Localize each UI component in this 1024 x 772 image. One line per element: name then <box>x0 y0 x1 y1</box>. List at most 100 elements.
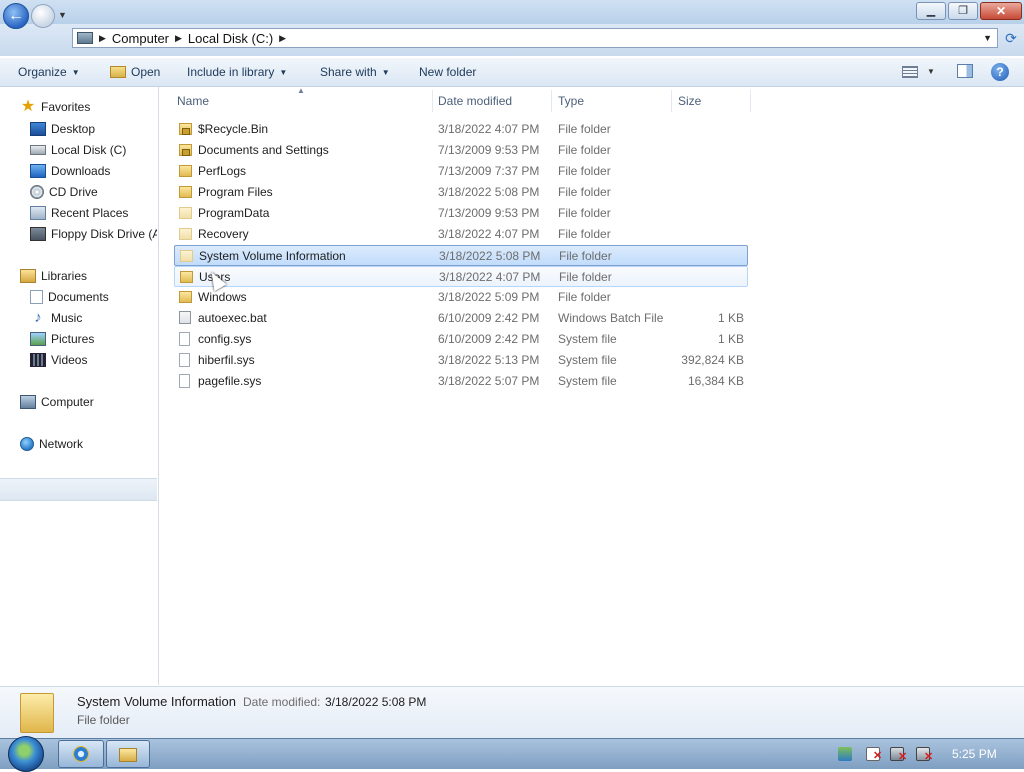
sidebar-favorites[interactable]: ★ Favorites <box>20 98 91 116</box>
file-date: 3/18/2022 4:07 PM <box>438 122 540 136</box>
breadcrumb: ▶ Computer ▶ Local Disk (C:) ▶ <box>73 29 286 47</box>
list-item[interactable]: pagefile.sys 3/18/2022 5:07 PM System file… <box>174 371 748 392</box>
sidebar-item-label: Music <box>51 311 83 325</box>
taskbar-internet-explorer[interactable] <box>58 740 104 768</box>
new-folder-label: New folder <box>419 65 477 79</box>
view-options-dropdown[interactable]: ▼ <box>927 67 935 76</box>
list-item[interactable]: config.sys 6/10/2009 2:42 PM System file 1 … <box>174 329 748 350</box>
organize-button[interactable]: Organize ▼ <box>18 65 80 79</box>
minimize-button[interactable]: ▁ <box>916 2 946 20</box>
maximize-button[interactable]: ❐ <box>948 2 978 20</box>
column-divider[interactable] <box>671 90 672 112</box>
list-item[interactable]: autoexec.bat 6/10/2009 2:42 PM Windows Bat… <box>174 308 748 329</box>
file-size: 1 KB <box>717 311 744 325</box>
column-header-date-modified[interactable]: Date modified <box>438 94 512 108</box>
taskbar-clock[interactable]: 5:25 PM <box>952 747 997 761</box>
hidden-folder-icon <box>180 250 193 262</box>
sidebar-item-videos[interactable]: Videos <box>30 351 87 369</box>
hidden-folder-icon <box>179 228 192 240</box>
sidebar-favorites-label: Favorites <box>41 100 91 114</box>
share-with-button[interactable]: Share with ▼ <box>320 65 390 79</box>
sidebar-item-local-disk[interactable]: Local Disk (C) <box>30 141 126 159</box>
address-bar[interactable]: ▶ Computer ▶ Local Disk (C:) ▶ ▼ <box>72 28 998 48</box>
file-date: 3/18/2022 5:08 PM <box>438 185 540 199</box>
list-item[interactable]: Documents and Settings 7/13/2009 9:53 PM F… <box>174 140 748 161</box>
sidebar-computer[interactable]: Computer <box>20 393 94 411</box>
chevron-down-icon: ▼ <box>71 68 80 77</box>
file-type: System file <box>558 332 617 346</box>
sidebar-item-recent-places[interactable]: Recent Places <box>30 204 128 222</box>
list-item-selected[interactable]: System Volume Information 3/18/2022 5:08 … <box>174 245 748 266</box>
back-arrow-icon: ← <box>8 7 24 24</box>
file-type: File folder <box>558 227 611 241</box>
details-item-name: System Volume Information <box>77 694 236 709</box>
refresh-button[interactable]: ⟳ <box>1002 30 1020 48</box>
sidebar-item-cd-drive[interactable]: CD Drive <box>30 183 98 201</box>
sidebar-item-label: Pictures <box>51 332 95 346</box>
change-view-icon[interactable] <box>902 66 918 78</box>
sidebar-item-desktop[interactable]: Desktop <box>30 120 95 138</box>
list-item-hovered[interactable]: Users 3/18/2022 4:07 PM File folder <box>174 266 748 287</box>
preview-pane-icon[interactable] <box>957 64 973 78</box>
include-in-library-button[interactable]: Include in library ▼ <box>187 65 287 79</box>
list-item[interactable]: ProgramData 7/13/2009 9:53 PM File folder <box>174 203 748 224</box>
sidebar-item-pictures[interactable]: Pictures <box>30 330 94 348</box>
breadcrumb-separator[interactable]: ▶ <box>175 33 182 44</box>
close-button[interactable]: ✕ <box>980 2 1022 20</box>
open-button[interactable]: Open <box>110 65 160 79</box>
file-date: 7/13/2009 7:37 PM <box>438 164 540 178</box>
start-button[interactable] <box>8 736 44 772</box>
file-date: 7/13/2009 9:53 PM <box>438 143 540 157</box>
breadcrumb-local-disk[interactable]: Local Disk (C:) <box>188 31 273 46</box>
sidebar-item-label: Documents <box>48 290 109 304</box>
sidebar-item-label: Videos <box>51 353 88 367</box>
file-name: config.sys <box>198 332 252 346</box>
list-item[interactable]: Program Files 3/18/2022 5:08 PM File folde… <box>174 182 748 203</box>
sidebar-item-floppy[interactable]: Floppy Disk Drive (A <box>30 225 157 243</box>
recent-pages-dropdown[interactable]: ▼ <box>58 10 67 20</box>
list-item[interactable]: Recovery 3/18/2022 4:07 PM File folder <box>174 224 748 245</box>
address-history-dropdown[interactable]: ▼ <box>983 33 992 43</box>
sidebar-item-label: CD Drive <box>49 185 98 199</box>
column-divider[interactable] <box>750 90 751 112</box>
file-size: 1 KB <box>717 332 744 346</box>
close-icon: ✕ <box>995 4 1007 18</box>
sidebar-libraries[interactable]: Libraries <box>20 267 87 285</box>
breadcrumb-separator[interactable]: ▶ <box>279 33 286 44</box>
list-item[interactable]: hiberfil.sys 3/18/2022 5:13 PM System file… <box>174 350 748 371</box>
file-name: PerfLogs <box>198 164 247 178</box>
recent-places-icon <box>30 206 46 220</box>
breadcrumb-computer[interactable]: Computer <box>112 31 169 46</box>
column-divider[interactable] <box>551 90 552 112</box>
sidebar-item-downloads[interactable]: Downloads <box>30 162 110 180</box>
back-button[interactable]: ← <box>3 3 29 29</box>
file-date: 3/18/2022 4:07 PM <box>438 227 540 241</box>
taskbar-windows-explorer[interactable] <box>106 740 150 768</box>
column-header-type[interactable]: Type <box>558 94 584 108</box>
system-file-icon <box>179 353 190 367</box>
forward-button[interactable] <box>31 4 55 28</box>
column-header-name[interactable]: Name <box>177 94 209 108</box>
file-name: $Recycle.Bin <box>198 122 269 136</box>
sidebar-item-label: Downloads <box>51 164 111 178</box>
organize-label: Organize <box>18 65 67 79</box>
column-header-size[interactable]: Size <box>678 94 701 108</box>
list-item[interactable]: Windows 3/18/2022 5:09 PM File folder <box>174 287 748 308</box>
locked-folder-icon <box>179 144 192 156</box>
details-pane: System Volume Information Date modified:… <box>0 686 1024 739</box>
column-divider[interactable] <box>432 90 433 112</box>
file-date: 7/13/2009 9:53 PM <box>438 206 540 220</box>
list-item[interactable]: PerfLogs 7/13/2009 7:37 PM File folder <box>174 161 748 182</box>
sidebar-item-music[interactable]: ♪ Music <box>30 309 82 327</box>
taskbar: ✕ ✕ ✕ 5:25 PM <box>0 736 1024 772</box>
new-folder-button[interactable]: New folder <box>419 65 476 79</box>
list-item[interactable]: $Recycle.Bin 3/18/2022 4:07 PM File folder <box>174 119 748 140</box>
file-name: Documents and Settings <box>198 143 329 157</box>
open-folder-icon <box>110 66 126 78</box>
action-center-icon[interactable] <box>838 747 852 761</box>
sidebar-network[interactable]: Network <box>20 435 83 453</box>
file-name: pagefile.sys <box>198 374 262 388</box>
help-icon[interactable]: ? <box>991 63 1009 81</box>
breadcrumb-separator[interactable]: ▶ <box>99 33 106 44</box>
sidebar-item-documents[interactable]: Documents <box>30 288 109 306</box>
